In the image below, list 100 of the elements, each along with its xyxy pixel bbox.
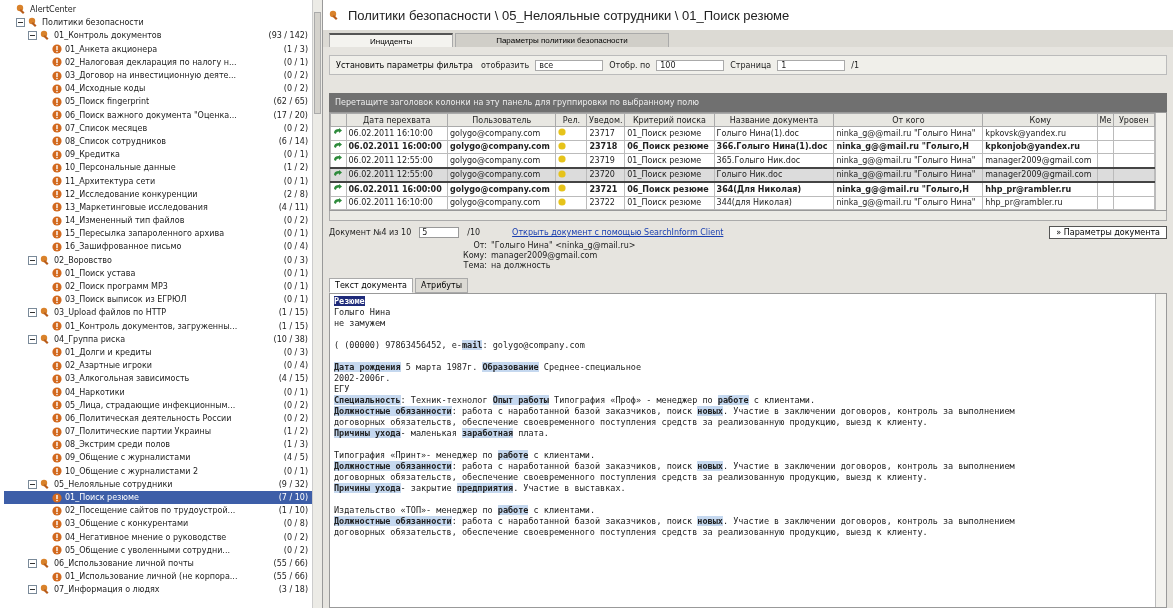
tree-item[interactable]: 03_Поиск выписок из ЕГРЮЛ (0 / 1) [4,293,312,307]
tree-item[interactable]: 07_Список месяцев (0 / 2) [4,121,312,135]
tree-item[interactable]: 04_Негативное мнение о руководстве (0 / 2) [4,530,312,544]
tree-item[interactable]: 06_Использование личной почты (55 / 66) [4,556,312,571]
filter-button[interactable]: Установить параметры фильтра [334,60,475,70]
tree-item[interactable]: 15_Пересылка запароленного архива (0 / 1) [4,227,312,241]
collapse-icon[interactable] [28,334,37,344]
tree-item[interactable]: Политики безопасности [4,16,312,30]
page-field[interactable]: 5 [419,227,460,238]
tree-item[interactable]: 09_Кредитка (0 / 1) [4,148,312,162]
column-header[interactable]: Рел. [555,113,587,127]
collapse-icon[interactable] [16,18,25,28]
collapse-icon[interactable] [28,31,37,41]
column-header[interactable]: Кому [982,113,1098,127]
tree-item[interactable]: 01_Использование личной (не корпора... (55 / 66) [4,570,312,584]
tree-item[interactable]: 05_Общение с уволенными сотрудни... (0 / 2) [4,543,312,557]
tab[interactable]: Атрибуты [415,278,469,293]
tree-item[interactable]: 01_Долги и кредиты (0 / 3) [4,345,312,360]
tree-item[interactable]: AlertCenter [4,3,312,17]
collapse-icon[interactable] [28,585,37,595]
alert-circle-icon [52,136,62,147]
tree-item[interactable]: 05_Поиск fingerprint (62 / 65) [4,95,312,109]
document-params-button[interactable]: » Параметры документа [1049,226,1167,239]
tree-item[interactable]: 13_Маркетинговые исследования (4 / 11) [4,200,312,214]
table-row[interactable]: 06.02.2011 16:00:00 golygo@company.com 23721 06_Поиск резюме 364(Для Николая) ninka_g@@mail.ru "Голыго,Н hhp_pr@rambler.ru [330,182,1155,196]
tree-item[interactable]: 02_Посещение сайтов по трудоустрой... (1 / 10) [4,504,312,518]
table-row[interactable]: 06.02.2011 12:55:00 golygo@company.com 23720 01_Поиск резюме Голыго Ник.doc ninka_g@@mail.ru "Голыго Нина" manager2009@gmail.com [330,167,1155,182]
tree-item[interactable]: 01_Анкета акционера (1 / 3) [4,42,312,56]
alert-circle-icon [52,439,62,450]
collapse-icon[interactable] [28,479,37,489]
tree-item[interactable]: 08_Экстрим среди полов (1 / 3) [4,438,312,452]
tree-item[interactable]: 07_Политические партии Украины (1 / 2) [4,425,312,439]
tree-item[interactable]: 04_Группа риска (10 / 38) [4,332,312,346]
tree-item[interactable]: 01_Поиск устава (0 / 1) [4,266,312,280]
tree-item[interactable]: 04_Наркотики (0 / 1) [4,385,312,399]
tree-item[interactable]: 09_Общение с журналистами (4 / 5) [4,451,312,465]
tree-item[interactable]: 03_Общение с конкурентами (0 / 8) [4,517,312,531]
alert-circle-icon [52,294,62,305]
alert-circle-icon [52,281,62,292]
page-total: /10 [467,228,481,237]
tree-item[interactable]: 14_Измененный тип файлов (0 / 2) [4,214,312,228]
tree-item[interactable]: 16_Зашифрованное письмо (0 / 4) [4,240,312,254]
per-page-dropdown[interactable]: 100 [656,59,725,71]
collapse-icon[interactable] [28,558,37,568]
scrollbar[interactable] [1155,294,1166,607]
tree-item[interactable]: 11_Архитектура сети (0 / 1) [4,174,312,188]
tree-item[interactable]: 03_Договор на инвестиционную деяте... (0 / 2) [4,68,312,83]
alert-circle-icon [52,321,62,332]
tree-item[interactable]: 10_Общение с журналистами 2 (0 / 1) [4,464,312,478]
tree-item[interactable]: 01_Контроль документов, загруженны... (1 / 15) [4,319,312,333]
show-dropdown[interactable]: все [535,59,604,71]
scrollbar[interactable] [329,211,1167,221]
alert-circle-icon [52,176,62,187]
tree-item[interactable]: 02_Воровство (0 / 3) [4,253,312,267]
open-document-link[interactable]: Открыть документ с помощью SearchInform Client [512,228,724,237]
column-header[interactable]: Дата перехвата [346,113,448,127]
alert-circle-icon [52,571,62,582]
table-row[interactable]: 06.02.2011 16:00:00 golygo@company.com 23718 06_Поиск резюме 366.Голыго Нина(1).doc ninka_g@@mail.ru "Голыго,Н kpkonjob@yandex.ru [330,140,1155,154]
table-cell: 364(Для Николая) [714,182,834,196]
page-title: Политики безопасности \ 05_Нелояльные сотрудники \ 01_Поиск резюме [348,7,790,23]
table-cell: Голыго Нина(1).doc [714,126,834,140]
column-header[interactable]: Уведом. [586,113,625,127]
tab[interactable]: Параметры политики безопасности [455,33,669,47]
table-cell: 23721 [586,182,625,196]
scrollbar[interactable] [312,0,322,608]
page-field[interactable]: 1 [777,59,846,71]
tree-item[interactable]: 08_Список сотрудников (6 / 14) [4,134,312,149]
tree-item[interactable]: 01_Контроль документов (93 / 142) [4,29,312,43]
column-header[interactable]: Критерий поиска [624,113,715,127]
tree-item[interactable]: 06_Поиск важного документа "Оценка... (17 / 20) [4,108,312,122]
tree-item[interactable]: 01_Поиск резюме (7 / 10) [4,490,312,505]
table-row[interactable]: 06.02.2011 16:10:00 golygo@company.com 23722 01_Поиск резюме 344(для Николая) ninka_g@@mail.ru "Голыго Нина" hhp_pr@rambler.ru [330,196,1155,210]
tree-item[interactable]: 02_Налоговая декларация по налогу н... (0 / 1) [4,55,312,69]
alert-circle-icon [52,492,62,503]
tree-item[interactable]: 10_Персональные данные (1 / 2) [4,161,312,175]
table-cell: kpkovsk@yandex.ru [982,126,1098,140]
tree-item[interactable]: 07_Информация о людях (3 / 18) [4,583,312,597]
table-cell: golygo@company.com [447,167,556,182]
collapse-icon[interactable] [28,255,37,265]
collapse-icon[interactable] [28,308,37,318]
alert-circle-icon [52,347,62,358]
table-cell: golygo@company.com [447,196,556,210]
alert-circle-icon [52,518,62,529]
column-header[interactable]: Уровен [1113,113,1155,127]
table-row[interactable]: 06.02.2011 16:10:00 golygo@company.com 23717 01_Поиск резюме Голыго Нина(1).doc ninka_g@@mail.ru "Голыго Нина" kpkovsk@yandex.ru [330,126,1155,140]
tree-item[interactable]: 03_Алкогольная зависимость (4 / 15) [4,372,312,386]
tree-item[interactable]: 03_Upload файлов по HTTP (1 / 15) [4,306,312,320]
tab[interactable]: Текст документа [329,278,413,293]
tree-item[interactable]: 05_Нелояльные сотрудники (9 / 32) [4,477,312,491]
column-header[interactable]: Название документа [714,113,834,127]
column-header[interactable]: Пользователь [447,113,556,127]
scrollbar[interactable] [1155,113,1166,210]
tree-item[interactable]: 05_Лица, страдающие инфекционным... (0 / 2) [4,398,312,412]
tree-item[interactable]: 04_Исходные коды (0 / 2) [4,82,312,96]
tab[interactable]: Инциденты [329,33,454,47]
column-header[interactable]: От кого [834,113,983,127]
tree-item[interactable]: 12_Исследование конкуренции (2 / 8) [4,187,312,201]
tree-item[interactable]: 02_Азартные игроки (0 / 4) [4,359,312,373]
tree-item[interactable]: 02_Поиск программ MP3 (0 / 1) [4,279,312,294]
tree-item[interactable]: 06_Политическая деятельность России (0 / 2) [4,411,312,425]
